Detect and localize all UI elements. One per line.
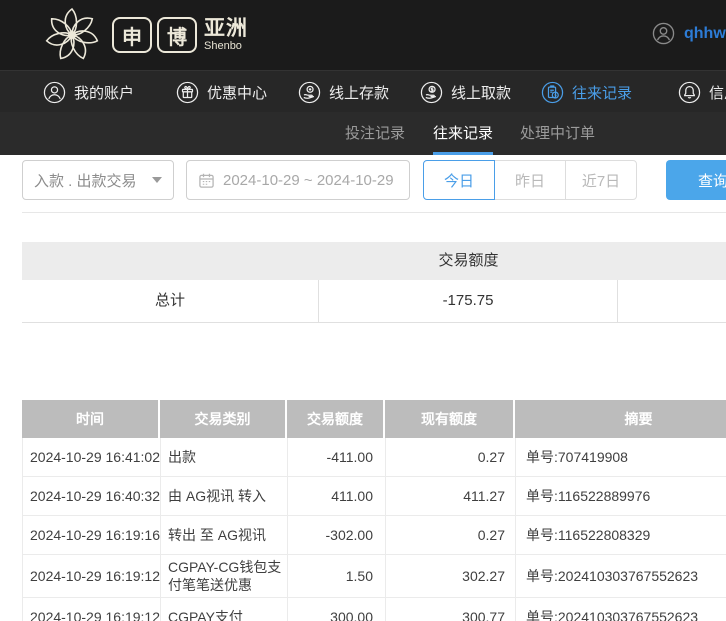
flower-logo-icon — [43, 4, 101, 66]
cell-summary: 单号:202410303767552623 — [516, 555, 726, 597]
cell-amount: 300.00 — [288, 598, 386, 621]
summary-header-row: 交易额度 — [22, 242, 726, 280]
main-nav: 我的账户 优惠中心 线上存款 — [0, 70, 726, 112]
summary-header-label: 交易额度 — [319, 242, 618, 280]
nav-item-messages[interactable]: 信息 — [678, 71, 726, 113]
table-row: 2024-10-29 16:19:12 CGPAY-CG钱包支付笔笔送优惠 1.… — [22, 555, 726, 598]
cell-time: 2024-10-29 16:40:32 — [23, 477, 161, 515]
cell-time: 2024-10-29 16:19:12 — [23, 598, 161, 621]
col-header-type: 交易类别 — [160, 400, 287, 438]
col-header-time: 时间 — [22, 400, 160, 438]
nav-item-promotions[interactable]: 优惠中心 — [176, 71, 267, 113]
cell-balance: 0.27 — [386, 438, 516, 476]
cell-balance: 302.27 — [386, 555, 516, 597]
cell-amount: -302.00 — [288, 516, 386, 554]
cell-amount: 411.00 — [288, 477, 386, 515]
today-button[interactable]: 今日 — [423, 160, 495, 200]
search-button[interactable]: 查询 — [666, 160, 726, 200]
tab-betting-records[interactable]: 投注记录 — [345, 112, 405, 155]
table-row: 2024-10-29 16:19:16 转出 至 AG视讯 -302.00 0.… — [22, 516, 726, 555]
table-header-row: 时间 交易类别 交易额度 现有额度 摘要 — [22, 400, 726, 438]
cell-time: 2024-10-29 16:19:16 — [23, 516, 161, 554]
cell-type: CGPAY-CG钱包支付笔笔送优惠 — [161, 555, 288, 597]
transaction-type-select[interactable]: 入款 . 出款交易 — [22, 160, 174, 200]
logo-char-box: 博 — [157, 17, 197, 53]
nav-item-label: 线上取款 — [451, 82, 511, 103]
nav-item-withdraw[interactable]: 线上取款 — [420, 71, 511, 113]
cell-balance: 300.77 — [386, 598, 516, 621]
cell-amount: -411.00 — [288, 438, 386, 476]
yesterday-button[interactable]: 昨日 — [494, 160, 566, 200]
cell-summary: 单号:116522808329 — [516, 516, 726, 554]
summary-table: 交易额度 总计 -175.75 — [22, 242, 726, 323]
cell-summary: 单号:707419908 — [516, 438, 726, 476]
sub-nav: 投注记录 往来记录 处理中订单 — [0, 112, 726, 155]
top-header: 申 博 亚洲 Shenbo qhhw — [0, 0, 726, 70]
bell-icon — [678, 81, 701, 104]
user-avatar-icon — [652, 22, 675, 45]
tab-transaction-records[interactable]: 往来记录 — [433, 112, 493, 155]
cell-time: 2024-10-29 16:41:02 — [23, 438, 161, 476]
col-header-summary: 摘要 — [515, 400, 726, 438]
table-row: 2024-10-29 16:19:12 CGPAY支付 300.00 300.7… — [22, 598, 726, 621]
nav-item-label: 我的账户 — [74, 82, 134, 103]
deposit-icon — [298, 81, 321, 104]
tab-pending-orders[interactable]: 处理中订单 — [520, 112, 595, 155]
person-icon — [43, 81, 66, 104]
nav-item-label: 信息 — [709, 82, 726, 103]
cell-type: 由 AG视讯 转入 — [161, 477, 288, 515]
col-header-balance: 现有额度 — [385, 400, 515, 438]
last7days-button[interactable]: 近7日 — [565, 160, 637, 200]
calendar-icon — [198, 172, 215, 189]
user-account[interactable]: qhhw — [652, 22, 726, 45]
logo-char: 博 — [167, 21, 187, 50]
cell-type: 转出 至 AG视讯 — [161, 516, 288, 554]
logo-char: 申 — [122, 21, 142, 50]
summary-total-label: 总计 — [22, 280, 319, 322]
withdraw-icon — [420, 81, 443, 104]
nav-item-label: 优惠中心 — [207, 82, 267, 103]
table-row: 2024-10-29 16:40:32 由 AG视讯 转入 411.00 411… — [22, 477, 726, 516]
cell-type: CGPAY支付 — [161, 598, 288, 621]
col-header-amount: 交易额度 — [287, 400, 385, 438]
date-range-input[interactable]: 2024-10-29 ~ 2024-10-29 — [186, 160, 410, 200]
cell-balance: 411.27 — [386, 477, 516, 515]
summary-empty-cell — [618, 280, 726, 322]
section-divider — [22, 212, 726, 213]
nav-item-label: 线上存款 — [329, 82, 389, 103]
cell-summary: 单号:116522889976 — [516, 477, 726, 515]
summary-total-value: -175.75 — [319, 280, 618, 322]
chevron-down-icon — [152, 177, 162, 183]
logo-subtitle: Shenbo — [204, 41, 248, 52]
cell-type: 出款 — [161, 438, 288, 476]
summary-total-row: 总计 -175.75 — [22, 280, 726, 323]
cell-time: 2024-10-29 16:19:12 — [23, 555, 161, 597]
transaction-records-page: 申 博 亚洲 Shenbo qhhw 我的账户 — [0, 0, 726, 621]
records-icon — [541, 81, 564, 104]
username-text[interactable]: qhhw — [684, 25, 726, 43]
nav-item-deposit[interactable]: 线上存款 — [298, 71, 389, 113]
logo-region-text: 亚洲 — [204, 18, 248, 39]
cell-summary: 单号:202410303767552623 — [516, 598, 726, 621]
nav-item-my-account[interactable]: 我的账户 — [43, 71, 134, 113]
cell-amount: 1.50 — [288, 555, 386, 597]
quick-date-button-group: 今日 昨日 近7日 — [423, 160, 637, 200]
nav-item-transaction-records[interactable]: 往来记录 — [541, 71, 632, 113]
site-logo[interactable]: 申 博 亚洲 Shenbo — [43, 4, 248, 66]
gift-icon — [176, 81, 199, 104]
logo-char-box: 申 — [112, 17, 152, 53]
cell-balance: 0.27 — [386, 516, 516, 554]
date-range-value: 2024-10-29 ~ 2024-10-29 — [223, 172, 394, 189]
nav-item-label: 往来记录 — [572, 82, 632, 103]
transaction-type-value: 入款 . 出款交易 — [34, 170, 137, 191]
transactions-table: 时间 交易类别 交易额度 现有额度 摘要 2024-10-29 16:41:02… — [22, 400, 726, 621]
table-row: 2024-10-29 16:41:02 出款 -411.00 0.27 单号:7… — [22, 438, 726, 477]
